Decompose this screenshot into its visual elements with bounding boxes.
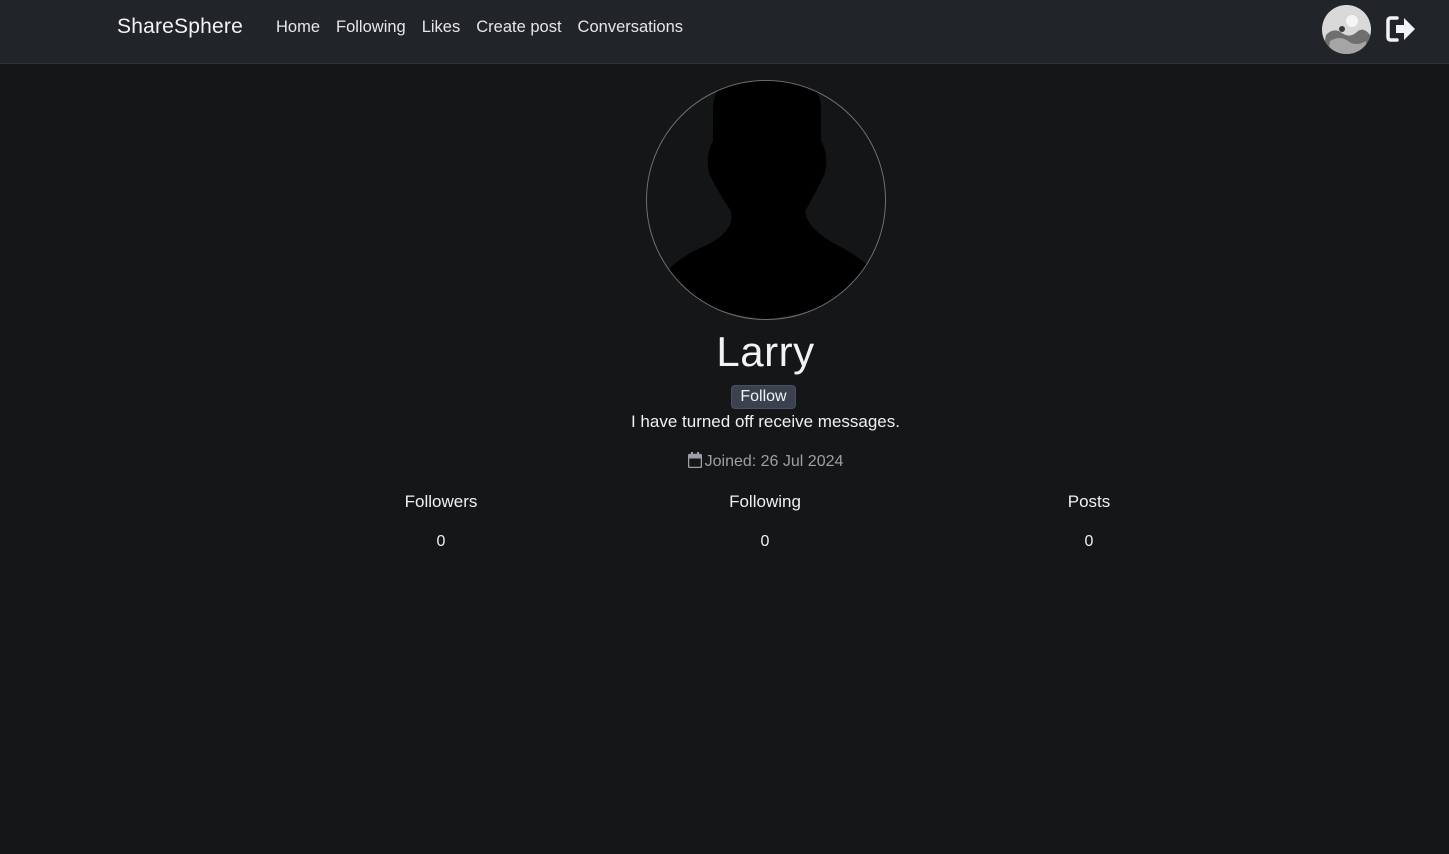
stat-posts[interactable]: Posts 0 [989, 492, 1189, 551]
stat-label-followers: Followers [404, 492, 478, 511]
nav-link-create-post[interactable]: Create post [468, 18, 569, 37]
stat-value-following: 0 [760, 533, 770, 550]
messages-disabled-note: I have turned off receive messages. [630, 412, 900, 431]
calendar-icon [687, 452, 702, 468]
profile-avatar [646, 80, 886, 320]
nav-link-conversations[interactable]: Conversations [570, 18, 691, 37]
default-user-silhouette-icon [669, 81, 869, 319]
brand-link[interactable]: ShareSphere [117, 15, 243, 39]
nav-link-likes[interactable]: Likes [414, 18, 469, 37]
follow-button[interactable]: Follow [731, 385, 796, 409]
follow-wrap: Follow [0, 385, 1449, 409]
stat-value-followers: 0 [436, 533, 446, 550]
stat-following[interactable]: Following 0 [665, 492, 865, 551]
nav-links: Home Following Likes Create post Convers… [268, 18, 691, 37]
logout-icon[interactable] [1386, 15, 1416, 43]
joined-text: Joined: 26 Jul 2024 [704, 453, 844, 470]
stat-label-posts: Posts [1067, 492, 1111, 511]
user-avatar-icon[interactable] [1322, 5, 1371, 54]
nav-link-following[interactable]: Following [328, 18, 414, 37]
nav-link-home[interactable]: Home [268, 18, 328, 37]
profile-username: Larry [716, 328, 815, 375]
top-navbar: ShareSphere Home Following Likes Create … [0, 0, 1449, 64]
joined-date: Joined: 26 Jul 2024 [0, 452, 1449, 471]
stat-label-following: Following [729, 492, 801, 511]
stat-followers[interactable]: Followers 0 [341, 492, 541, 551]
stat-value-posts: 0 [1084, 533, 1094, 550]
